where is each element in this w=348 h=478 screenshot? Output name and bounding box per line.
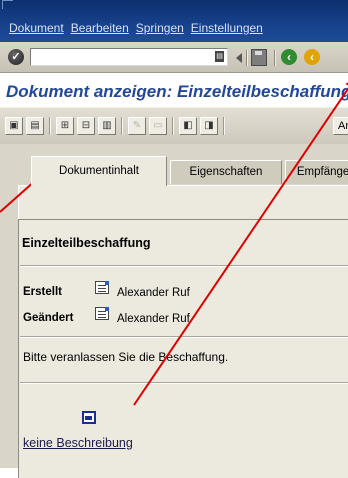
print-preview-icon[interactable]: ▣: [5, 117, 23, 135]
window-corner: [2, 0, 13, 9]
hierarchy-icon[interactable]: ⊞: [56, 117, 74, 135]
back-triangle-icon[interactable]: [236, 53, 242, 63]
edit-pencil-icon[interactable]: ✎: [128, 117, 146, 135]
toolbar-separator: [121, 117, 123, 135]
enter-icon[interactable]: ✓: [8, 49, 24, 65]
menu-bearbeiten[interactable]: Bearbeiten: [71, 21, 129, 35]
attachments-button[interactable]: An: [333, 117, 348, 135]
menu-bar: Dokument Bearbeiten Springen Einstellung…: [0, 0, 348, 42]
description-link[interactable]: keine Beschreibung: [23, 436, 133, 450]
toolbar-separator: [223, 117, 225, 135]
menu-items: Dokument Bearbeiten Springen Einstellung…: [9, 21, 270, 35]
back-icon[interactable]: ‹: [281, 49, 297, 65]
menu-einstellungen[interactable]: Einstellungen: [191, 21, 263, 35]
tab-eigenschaften[interactable]: Eigenschaften: [170, 160, 282, 184]
user-document-icon[interactable]: [95, 307, 109, 320]
tab-empfaenger[interactable]: Empfänger: [285, 160, 348, 184]
toolbar-separator: [172, 117, 174, 135]
tab-dokumentinhalt[interactable]: Dokumentinhalt: [31, 156, 167, 186]
structure-icon[interactable]: ⊟: [77, 117, 95, 135]
toolbar-separator: [246, 50, 248, 66]
exit-icon[interactable]: ‹: [304, 49, 320, 65]
print-icon[interactable]: ▤: [26, 117, 44, 135]
menu-dokument[interactable]: Dokument: [9, 21, 64, 35]
previous-document-icon[interactable]: ◧: [179, 117, 197, 135]
changed-label: Geändert: [23, 312, 74, 324]
document-heading: Einzelteilbeschaffung: [22, 236, 151, 250]
tab-strip: Dokumentinhalt Eigenschaften Empfänger: [0, 144, 348, 188]
user-document-icon[interactable]: [95, 281, 109, 294]
system-toolbar: ✓ ▤ ‹ ‹: [0, 42, 348, 73]
created-by-value: Alexander Ruf: [117, 287, 190, 299]
application-toolbar: ▣ ▤ ⊞ ⊟ ▥ ✎ ▭ ◧ ◨ An: [0, 107, 348, 145]
description-icon[interactable]: [82, 411, 96, 424]
toolbar-separator: [274, 50, 276, 66]
command-input[interactable]: [31, 49, 215, 65]
divider: [20, 382, 348, 384]
document-message: Bitte veranlassen Sie die Beschaffung.: [23, 350, 229, 364]
page-title: Dokument anzeigen: Einzelteilbeschaffung: [6, 82, 348, 101]
save-icon[interactable]: [251, 49, 267, 66]
menu-springen[interactable]: Springen: [136, 21, 184, 35]
next-document-icon[interactable]: ◨: [200, 117, 218, 135]
changed-by-value: Alexander Ruf: [117, 313, 190, 325]
created-label: Erstellt: [23, 286, 62, 298]
copy-document-icon[interactable]: ▭: [149, 117, 167, 135]
command-field[interactable]: ▤: [30, 48, 228, 66]
toolbar-separator: [49, 117, 51, 135]
dropdown-icon[interactable]: ▤: [215, 51, 224, 62]
title-bar: Dokument anzeigen: Einzelteilbeschaffung: [0, 73, 348, 107]
divider: [20, 265, 348, 267]
divider: [20, 336, 348, 338]
delete-icon[interactable]: ▥: [98, 117, 116, 135]
